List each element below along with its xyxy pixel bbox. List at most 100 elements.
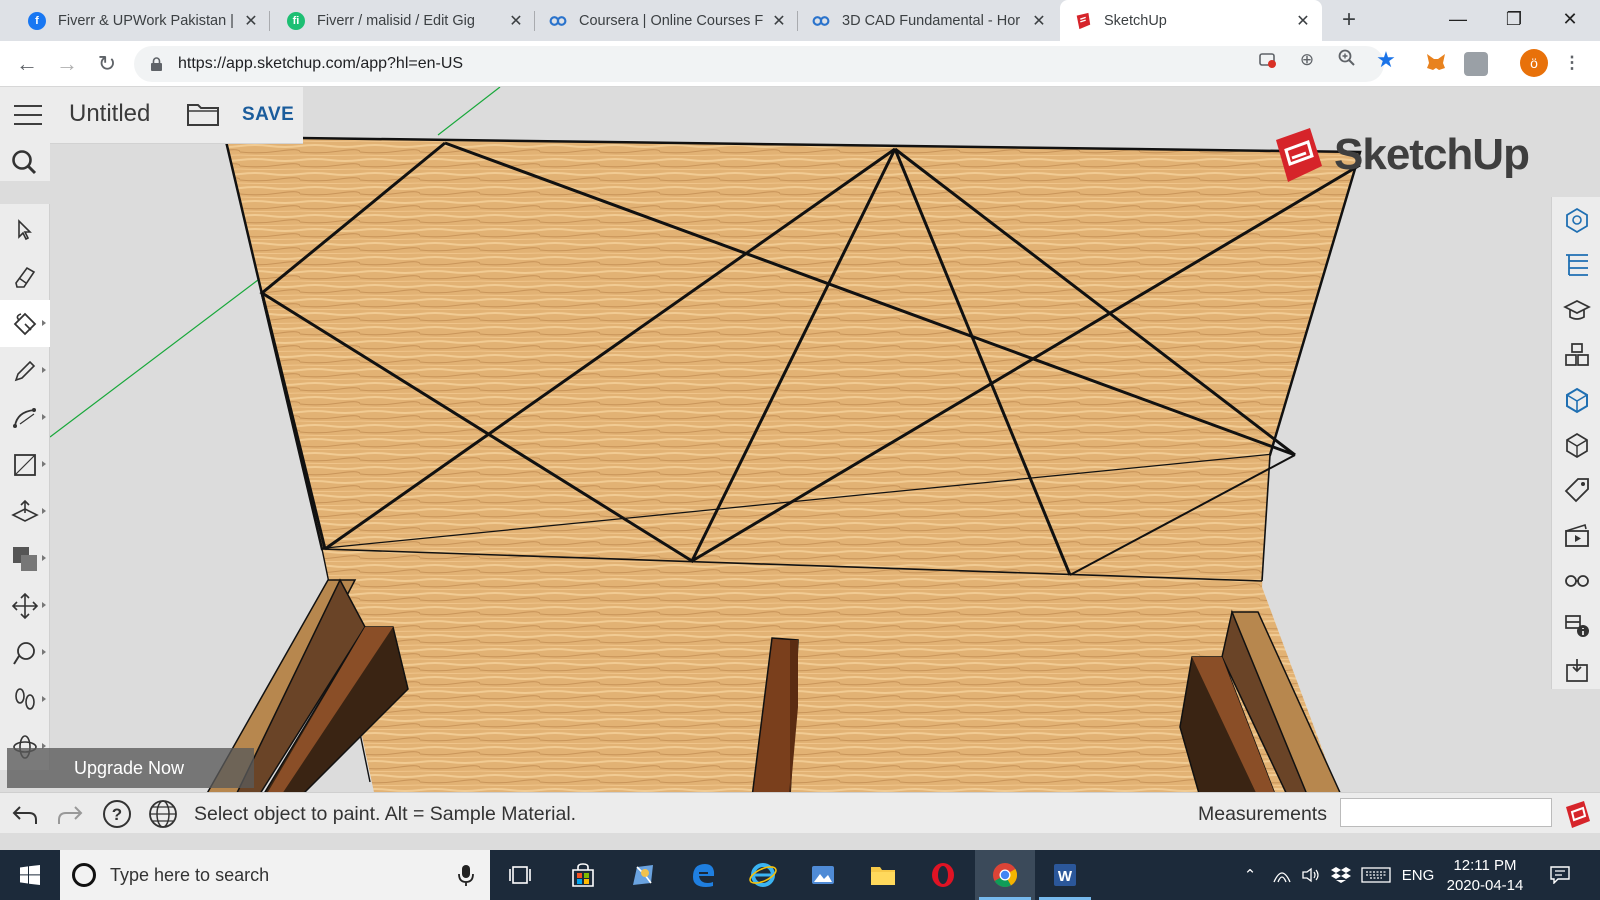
search-icon <box>12 150 37 175</box>
tab-sketchup[interactable]: SketchUp ✕ <box>1060 0 1322 41</box>
dropbox-icon[interactable] <box>1328 850 1354 900</box>
task-view-icon[interactable] <box>490 850 550 900</box>
zoom-icon[interactable] <box>1336 49 1358 71</box>
edge-icon[interactable] <box>673 850 733 900</box>
chrome-icon[interactable] <box>975 850 1035 900</box>
walk-tool[interactable] <box>0 676 50 723</box>
language-indicator[interactable]: ENG <box>1398 850 1438 900</box>
document-title[interactable]: Untitled <box>69 100 150 128</box>
browser-tab-bar: f Fiverr & UPWork Pakistan | ✕ fi Fiverr… <box>0 0 1600 41</box>
upgrade-now-button[interactable]: Upgrade Now <box>7 748 254 788</box>
redo-icon[interactable] <box>55 799 85 829</box>
expand-triangle-icon <box>42 649 46 655</box>
expand-triangle-icon <box>42 555 46 561</box>
tape-measure-tool[interactable] <box>0 629 50 676</box>
profile-avatar[interactable]: ö <box>1520 49 1548 77</box>
tab-fiverr-edit-gig[interactable]: fi Fiverr / malisid / Edit Gig ✕ <box>273 0 535 41</box>
select-tool[interactable] <box>0 206 50 253</box>
solid-inspector-panel-button[interactable] <box>1552 602 1600 647</box>
undo-icon[interactable] <box>10 799 40 829</box>
add-icon[interactable]: ⊕ <box>1296 49 1318 71</box>
internet-explorer-icon[interactable] <box>733 850 793 900</box>
pencil-tool[interactable] <box>0 347 50 394</box>
measurements-input[interactable] <box>1340 798 1552 827</box>
close-tab-icon[interactable]: ✕ <box>770 11 788 31</box>
hamburger-menu-icon[interactable] <box>14 105 42 125</box>
facebook-icon: f <box>28 11 46 30</box>
file-explorer-icon[interactable] <box>853 850 913 900</box>
fiverr-icon: fi <box>287 11 305 30</box>
new-tab-button[interactable]: + <box>1335 6 1363 34</box>
microphone-icon[interactable] <box>455 863 477 887</box>
volume-icon[interactable] <box>1298 850 1324 900</box>
tab-title: Fiverr / malisid / Edit Gig <box>317 12 475 29</box>
notification-center-icon[interactable] <box>1545 850 1575 900</box>
url-field[interactable]: https://app.sketchup.com/app?hl=en-US <box>134 46 1384 82</box>
model-viewport[interactable] <box>0 87 1600 850</box>
start-button[interactable] <box>0 850 60 900</box>
tags-panel-button[interactable] <box>1552 467 1600 512</box>
open-folder-icon[interactable] <box>187 102 219 126</box>
word-icon[interactable]: W <box>1035 850 1095 900</box>
menu-kebab-icon[interactable]: ⋮ <box>1561 52 1583 74</box>
extension-icon[interactable] <box>1464 52 1488 76</box>
scenes-panel-button[interactable] <box>1552 512 1600 557</box>
package-icon <box>1565 658 1588 682</box>
search-button[interactable] <box>0 143 50 181</box>
materials-panel-button[interactable] <box>1552 377 1600 422</box>
show-hidden-icons-icon[interactable]: ⌃ <box>1238 850 1262 900</box>
taskbar-search[interactable]: Type here to search <box>60 850 490 900</box>
display-panel-button[interactable] <box>1552 557 1600 602</box>
help-icon[interactable]: ? <box>102 799 132 829</box>
tab-coursera[interactable]: Coursera | Online Courses F ✕ <box>535 0 798 41</box>
clapperboard-icon <box>1564 523 1589 547</box>
tab-3d-cad-fundamental[interactable]: 3D CAD Fundamental - Hor ✕ <box>798 0 1058 41</box>
coursera-icon <box>812 12 830 30</box>
keyboard-icon[interactable] <box>1358 850 1394 900</box>
export-panel-button[interactable] <box>1552 647 1600 692</box>
network-icon[interactable] <box>1268 850 1296 900</box>
paint-bucket-tool[interactable] <box>0 300 50 347</box>
sketchup-app: Untitled SAVE SketchUp Upgrade Now ? Sel… <box>0 87 1600 850</box>
offset-tool[interactable] <box>0 535 50 582</box>
store-icon[interactable] <box>553 850 613 900</box>
forward-arrow-icon[interactable]: → <box>52 49 82 79</box>
tab-title: SketchUp <box>1104 12 1167 29</box>
move-tool[interactable] <box>0 582 50 629</box>
tab-title: Fiverr & UPWork Pakistan | <box>58 12 234 29</box>
instructor-panel-button[interactable] <box>1552 287 1600 332</box>
push-pull-tool[interactable] <box>0 488 50 535</box>
opera-icon[interactable] <box>913 850 973 900</box>
close-tab-icon[interactable]: ✕ <box>242 11 260 31</box>
restore-button[interactable]: ❐ <box>1486 0 1542 41</box>
minimize-button[interactable]: — <box>1430 0 1486 41</box>
lock-icon <box>151 57 162 71</box>
arc-tool[interactable] <box>0 394 50 441</box>
close-window-button[interactable]: ✕ <box>1542 0 1598 41</box>
metamask-icon[interactable] <box>1424 52 1448 76</box>
photos-icon[interactable] <box>793 850 853 900</box>
close-tab-icon[interactable]: ✕ <box>507 11 525 31</box>
paint-3d-icon[interactable] <box>613 850 673 900</box>
rectangle-tool[interactable] <box>0 441 50 488</box>
components-panel-button[interactable] <box>1552 332 1600 377</box>
close-tab-icon[interactable]: ✕ <box>1030 11 1048 31</box>
arc-icon <box>13 407 36 428</box>
windows-taskbar: Type here to search W ⌃ ENG 12:11 PM 202… <box>0 850 1600 900</box>
save-button[interactable]: SAVE <box>242 104 294 126</box>
bookmark-star-icon[interactable]: ★ <box>1375 49 1397 71</box>
entity-info-panel-button[interactable] <box>1552 197 1600 242</box>
back-arrow-icon[interactable]: ← <box>12 49 42 79</box>
close-tab-icon[interactable]: ✕ <box>1294 11 1312 31</box>
reload-icon[interactable]: ↻ <box>92 49 122 79</box>
status-bar: ? Select object to paint. Alt = Sample M… <box>0 792 1600 833</box>
sketchup-small-logo-icon <box>1563 799 1593 829</box>
logo-wordmark: SketchUp <box>1334 130 1530 179</box>
tab-fiverr-upwork-pakistan[interactable]: f Fiverr & UPWork Pakistan | ✕ <box>14 0 270 41</box>
eraser-tool[interactable] <box>0 253 50 300</box>
styles-panel-button[interactable] <box>1552 422 1600 467</box>
system-clock[interactable]: 12:11 PM 2020-04-14 <box>1440 856 1530 896</box>
blocked-content-icon[interactable] <box>1256 49 1278 71</box>
outliner-panel-button[interactable] <box>1552 242 1600 287</box>
globe-icon[interactable] <box>148 799 178 829</box>
